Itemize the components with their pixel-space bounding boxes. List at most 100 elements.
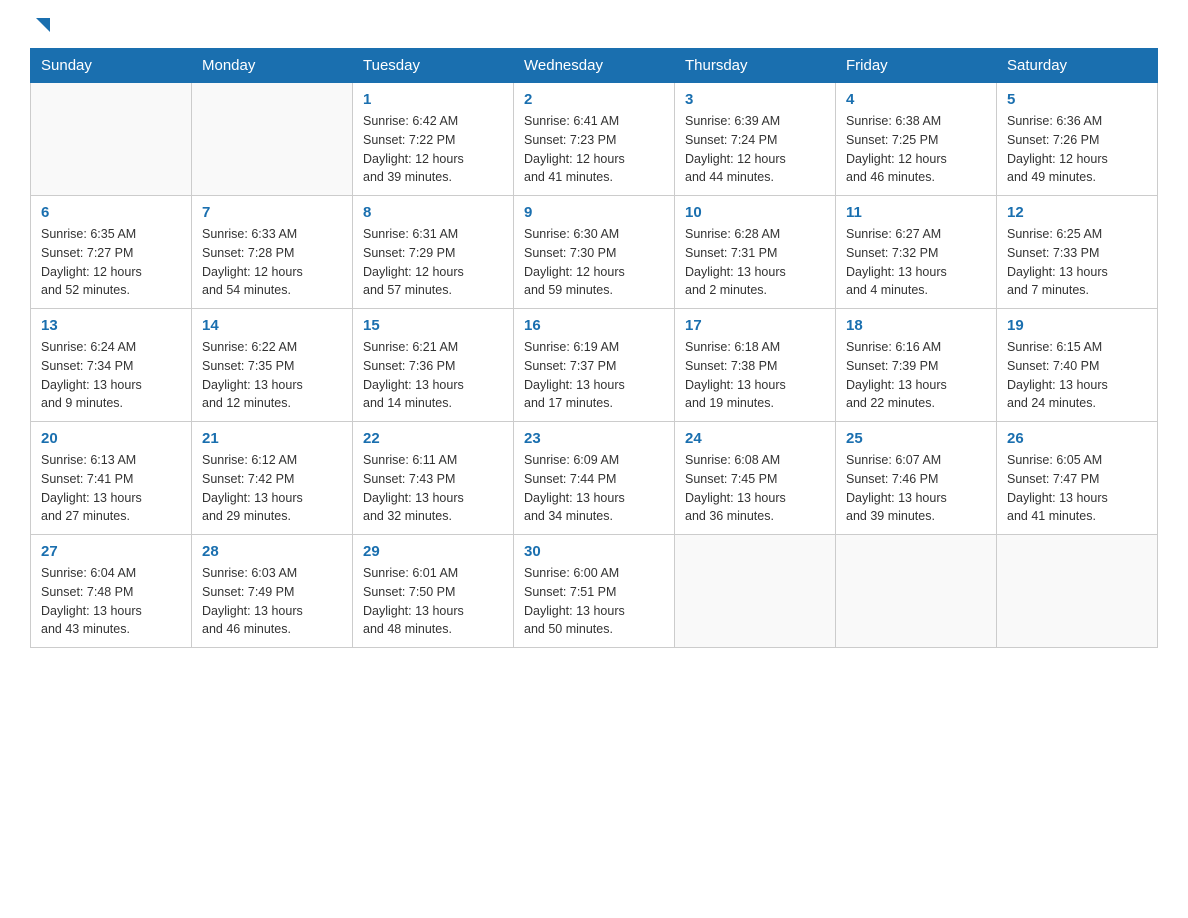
day-number: 26	[1007, 430, 1147, 447]
day-number: 20	[41, 430, 181, 447]
day-number: 13	[41, 317, 181, 334]
calendar-cell: 14Sunrise: 6:22 AMSunset: 7:35 PMDayligh…	[192, 309, 353, 422]
day-number: 30	[524, 543, 664, 560]
calendar-table: SundayMondayTuesdayWednesdayThursdayFrid…	[30, 48, 1158, 648]
calendar-week-row: 13 Sunrise: 6:24 AMSunset: 7:34 PMDayligh…	[31, 309, 1158, 422]
day-info: Sunrise: 6:08 AMSunset: 7:45 PMDaylight:…	[685, 451, 825, 526]
day-number: 10	[685, 204, 825, 221]
day-info: Sunrise: 6:35 AMSunset: 7:27 PMDaylight:…	[41, 225, 181, 300]
calendar-header: SundayMondayTuesdayWednesdayThursdayFrid…	[31, 49, 1158, 83]
day-info: Sunrise: 6:25 AMSunset: 7:33 PMDaylight:…	[1007, 225, 1147, 300]
calendar-cell: 9 Sunrise: 6:30 AMSunset: 7:30 PMDaylight…	[514, 196, 675, 309]
day-number: 29	[363, 543, 503, 560]
day-number: 9	[524, 204, 664, 221]
day-number: 12	[1007, 204, 1147, 221]
calendar-cell: 1 Sunrise: 6:42 AMSunset: 7:22 PMDaylight…	[353, 83, 514, 196]
calendar-cell: 20 Sunrise: 6:13 AMSunset: 7:41 PMDayligh…	[31, 422, 192, 535]
calendar-cell: 23Sunrise: 6:09 AMSunset: 7:44 PMDayligh…	[514, 422, 675, 535]
day-info: Sunrise: 6:33 AMSunset: 7:28 PMDaylight:…	[202, 225, 342, 300]
calendar-cell: 16 Sunrise: 6:19 AMSunset: 7:37 PMDayligh…	[514, 309, 675, 422]
day-info: Sunrise: 6:38 AMSunset: 7:25 PMDaylight:…	[846, 112, 986, 187]
calendar-cell: 25 Sunrise: 6:07 AMSunset: 7:46 PMDayligh…	[836, 422, 997, 535]
calendar-cell: 5 Sunrise: 6:36 AMSunset: 7:26 PMDaylight…	[997, 83, 1158, 196]
calendar-cell	[997, 535, 1158, 648]
calendar-week-row: 6 Sunrise: 6:35 AMSunset: 7:27 PMDaylight…	[31, 196, 1158, 309]
day-info: Sunrise: 6:05 AMSunset: 7:47 PMDaylight:…	[1007, 451, 1147, 526]
calendar-cell: 3Sunrise: 6:39 AMSunset: 7:24 PMDaylight…	[675, 83, 836, 196]
day-info: Sunrise: 6:18 AMSunset: 7:38 PMDaylight:…	[685, 338, 825, 413]
day-info: Sunrise: 6:01 AMSunset: 7:50 PMDaylight:…	[363, 564, 503, 639]
logo	[30, 20, 54, 38]
calendar-cell: 22 Sunrise: 6:11 AMSunset: 7:43 PMDayligh…	[353, 422, 514, 535]
calendar-week-row: 1 Sunrise: 6:42 AMSunset: 7:22 PMDaylight…	[31, 83, 1158, 196]
day-of-week-header: Thursday	[675, 49, 836, 83]
calendar-cell: 18 Sunrise: 6:16 AMSunset: 7:39 PMDayligh…	[836, 309, 997, 422]
page-header	[30, 20, 1158, 38]
day-of-week-header: Saturday	[997, 49, 1158, 83]
day-of-week-header: Wednesday	[514, 49, 675, 83]
day-of-week-header: Friday	[836, 49, 997, 83]
day-number: 18	[846, 317, 986, 334]
day-number: 25	[846, 430, 986, 447]
day-info: Sunrise: 6:41 AMSunset: 7:23 PMDaylight:…	[524, 112, 664, 187]
calendar-cell: 19Sunrise: 6:15 AMSunset: 7:40 PMDayligh…	[997, 309, 1158, 422]
calendar-cell: 17 Sunrise: 6:18 AMSunset: 7:38 PMDayligh…	[675, 309, 836, 422]
day-number: 6	[41, 204, 181, 221]
calendar-cell: 6 Sunrise: 6:35 AMSunset: 7:27 PMDaylight…	[31, 196, 192, 309]
day-number: 2	[524, 91, 664, 108]
day-number: 5	[1007, 91, 1147, 108]
day-of-week-header: Tuesday	[353, 49, 514, 83]
calendar-cell: 12 Sunrise: 6:25 AMSunset: 7:33 PMDayligh…	[997, 196, 1158, 309]
calendar-cell	[31, 83, 192, 196]
day-number: 17	[685, 317, 825, 334]
header-row: SundayMondayTuesdayWednesdayThursdayFrid…	[31, 49, 1158, 83]
calendar-week-row: 20 Sunrise: 6:13 AMSunset: 7:41 PMDayligh…	[31, 422, 1158, 535]
calendar-cell: 27 Sunrise: 6:04 AMSunset: 7:48 PMDayligh…	[31, 535, 192, 648]
day-info: Sunrise: 6:21 AMSunset: 7:36 PMDaylight:…	[363, 338, 503, 413]
day-number: 3	[685, 91, 825, 108]
calendar-cell: 4 Sunrise: 6:38 AMSunset: 7:25 PMDaylight…	[836, 83, 997, 196]
day-number: 24	[685, 430, 825, 447]
day-number: 1	[363, 91, 503, 108]
calendar-cell: 8 Sunrise: 6:31 AMSunset: 7:29 PMDaylight…	[353, 196, 514, 309]
day-number: 4	[846, 91, 986, 108]
day-info: Sunrise: 6:12 AMSunset: 7:42 PMDaylight:…	[202, 451, 342, 526]
calendar-cell	[675, 535, 836, 648]
calendar-cell: 7 Sunrise: 6:33 AMSunset: 7:28 PMDaylight…	[192, 196, 353, 309]
day-info: Sunrise: 6:27 AMSunset: 7:32 PMDaylight:…	[846, 225, 986, 300]
day-info: Sunrise: 6:13 AMSunset: 7:41 PMDaylight:…	[41, 451, 181, 526]
day-info: Sunrise: 6:31 AMSunset: 7:29 PMDaylight:…	[363, 225, 503, 300]
day-number: 16	[524, 317, 664, 334]
calendar-cell: 29 Sunrise: 6:01 AMSunset: 7:50 PMDayligh…	[353, 535, 514, 648]
calendar-cell	[192, 83, 353, 196]
day-info: Sunrise: 6:00 AMSunset: 7:51 PMDaylight:…	[524, 564, 664, 639]
day-number: 28	[202, 543, 342, 560]
day-of-week-header: Sunday	[31, 49, 192, 83]
calendar-cell: 15Sunrise: 6:21 AMSunset: 7:36 PMDayligh…	[353, 309, 514, 422]
day-info: Sunrise: 6:42 AMSunset: 7:22 PMDaylight:…	[363, 112, 503, 187]
day-number: 7	[202, 204, 342, 221]
day-info: Sunrise: 6:19 AMSunset: 7:37 PMDaylight:…	[524, 338, 664, 413]
day-info: Sunrise: 6:30 AMSunset: 7:30 PMDaylight:…	[524, 225, 664, 300]
day-number: 8	[363, 204, 503, 221]
day-info: Sunrise: 6:36 AMSunset: 7:26 PMDaylight:…	[1007, 112, 1147, 187]
day-number: 21	[202, 430, 342, 447]
calendar-cell: 13 Sunrise: 6:24 AMSunset: 7:34 PMDayligh…	[31, 309, 192, 422]
day-info: Sunrise: 6:16 AMSunset: 7:39 PMDaylight:…	[846, 338, 986, 413]
day-number: 23	[524, 430, 664, 447]
day-info: Sunrise: 6:28 AMSunset: 7:31 PMDaylight:…	[685, 225, 825, 300]
day-info: Sunrise: 6:24 AMSunset: 7:34 PMDaylight:…	[41, 338, 181, 413]
day-info: Sunrise: 6:22 AMSunset: 7:35 PMDaylight:…	[202, 338, 342, 413]
calendar-cell	[836, 535, 997, 648]
calendar-cell: 30 Sunrise: 6:00 AMSunset: 7:51 PMDayligh…	[514, 535, 675, 648]
calendar-week-row: 27 Sunrise: 6:04 AMSunset: 7:48 PMDayligh…	[31, 535, 1158, 648]
day-info: Sunrise: 6:03 AMSunset: 7:49 PMDaylight:…	[202, 564, 342, 639]
day-info: Sunrise: 6:11 AMSunset: 7:43 PMDaylight:…	[363, 451, 503, 526]
day-info: Sunrise: 6:07 AMSunset: 7:46 PMDaylight:…	[846, 451, 986, 526]
day-number: 27	[41, 543, 181, 560]
day-info: Sunrise: 6:15 AMSunset: 7:40 PMDaylight:…	[1007, 338, 1147, 413]
calendar-cell: 11Sunrise: 6:27 AMSunset: 7:32 PMDayligh…	[836, 196, 997, 309]
calendar-cell: 10 Sunrise: 6:28 AMSunset: 7:31 PMDayligh…	[675, 196, 836, 309]
day-number: 22	[363, 430, 503, 447]
day-info: Sunrise: 6:04 AMSunset: 7:48 PMDaylight:…	[41, 564, 181, 639]
